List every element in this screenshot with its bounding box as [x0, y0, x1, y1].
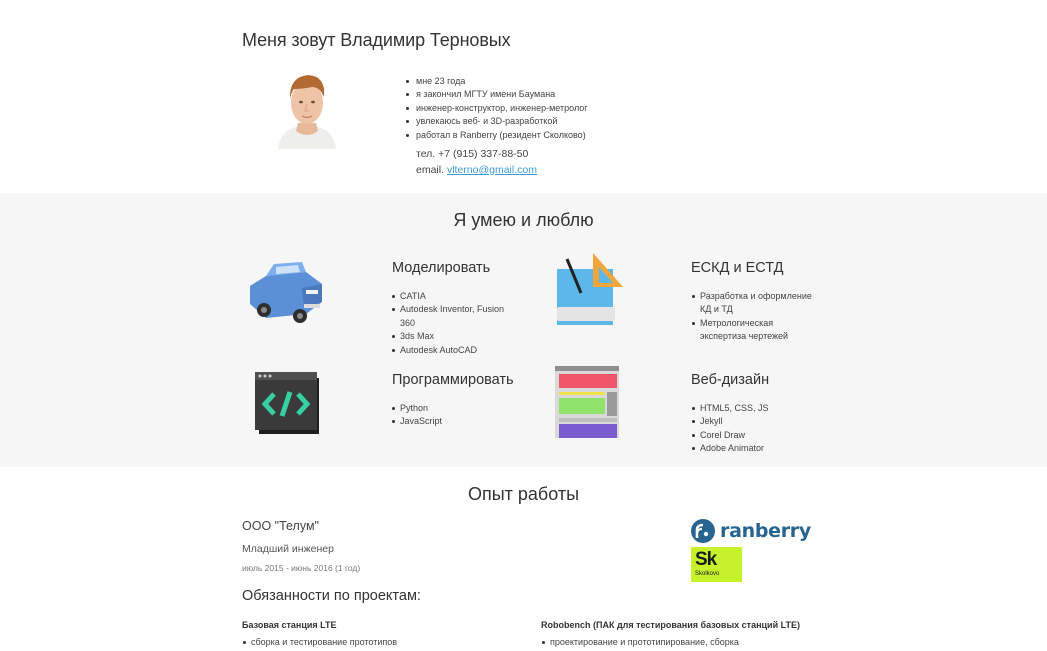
skolkovo-wordmark: Skolkovo [695, 571, 720, 577]
project-duty: сборка и тестирование прототипов [242, 637, 397, 647]
project-duties-list: сборка и тестирование прототипов [242, 637, 397, 647]
project-duty: проектирование и прототипирование, сборк… [541, 637, 739, 647]
skill-list-webdesign: HTML5, CSS, JS Jekyll Corel Draw Adobe A… [691, 402, 817, 456]
skill-list-item: Autodesk Inventor, Fusion 360 [391, 303, 509, 330]
skill-list-item: Jekyll [691, 415, 817, 428]
about-section: Меня зовут Владимир Терновых мне 23 года… [0, 0, 1047, 193]
skill-title-modeling: Моделировать [392, 260, 491, 276]
ranberry-mark-icon [691, 519, 715, 543]
skill-list-item: JavaScript [391, 415, 509, 428]
skill-list-modeling: CATIA Autodesk Inventor, Fusion 360 3ds … [391, 290, 509, 357]
skill-list-item: Autodesk AutoCAD [391, 344, 509, 357]
skill-list-item: CATIA [391, 290, 509, 303]
job-position: Младший инженер [242, 543, 334, 555]
car-icon [246, 258, 326, 328]
page-title: Меня зовут Владимир Терновых [242, 30, 511, 50]
email-row: email. vlterno@gmail.com [416, 164, 537, 176]
about-fact: работал в Ranberry (резидент Сколково) [405, 129, 588, 142]
project-name: Базовая станция LTE [242, 620, 337, 630]
job-period: июль 2015 - июнь 2016 (1 год) [242, 563, 361, 573]
about-fact: мне 23 года [405, 75, 588, 88]
skill-list-eskd: Разработка и оформление КД и ТД Метролог… [691, 290, 817, 344]
company-name: ООО "Телум" [242, 519, 319, 533]
skill-list-item: Разработка и оформление КД и ТД [691, 290, 817, 317]
about-fact: инженер-конструктор, инженер-метролог [405, 102, 588, 115]
web-layout-icon [553, 366, 621, 440]
skill-list-item: Метрологическая экспертиза чертежей [691, 317, 817, 344]
about-facts-list: мне 23 года я закончил МГТУ имени Бауман… [405, 75, 588, 142]
duties-heading: Обязанности по проектам: [242, 588, 421, 604]
ranberry-logo: ranberry [690, 517, 811, 545]
skolkovo-mark: Sk [695, 549, 717, 570]
skill-list-programming: Python JavaScript [391, 402, 509, 429]
drafting-icon [553, 249, 627, 327]
skill-title-programming: Программировать [392, 372, 514, 388]
skolkovo-logo: Sk Skolkovo [691, 547, 742, 582]
about-fact: я закончил МГТУ имени Баумана [405, 88, 588, 101]
skill-title-webdesign: Веб-дизайн [691, 372, 770, 388]
experience-title: Опыт работы [467, 484, 580, 504]
code-window-icon [255, 372, 321, 434]
skill-list-item: Python [391, 402, 509, 415]
skills-title: Я умею и люблю [453, 210, 594, 230]
email-link[interactable]: vlterno@gmail.com [447, 164, 537, 176]
project-duties-list: проектирование и прототипирование, сборк… [541, 637, 739, 647]
project-name: Robobench (ПАК для тестирования базовых … [541, 620, 800, 630]
phone-text: тел. +7 (915) 337-88-50 [416, 148, 529, 160]
skill-title-eskd: ЕСКД и ЕСТД [691, 260, 784, 276]
skill-list-item: 3ds Max [391, 330, 509, 343]
ranberry-wordmark: ranberry [720, 520, 811, 542]
email-label: email. [416, 164, 445, 176]
skills-section: Я умею и люблю Моделировать CATIA Autode… [0, 193, 1047, 467]
skill-list-item: Adobe Animator [691, 442, 817, 455]
skill-list-item: HTML5, CSS, JS [691, 402, 817, 415]
about-fact: увлекаюсь веб- и 3D-разработкой [405, 115, 588, 128]
skill-list-item: Corel Draw [691, 429, 817, 442]
profile-photo [276, 67, 338, 149]
